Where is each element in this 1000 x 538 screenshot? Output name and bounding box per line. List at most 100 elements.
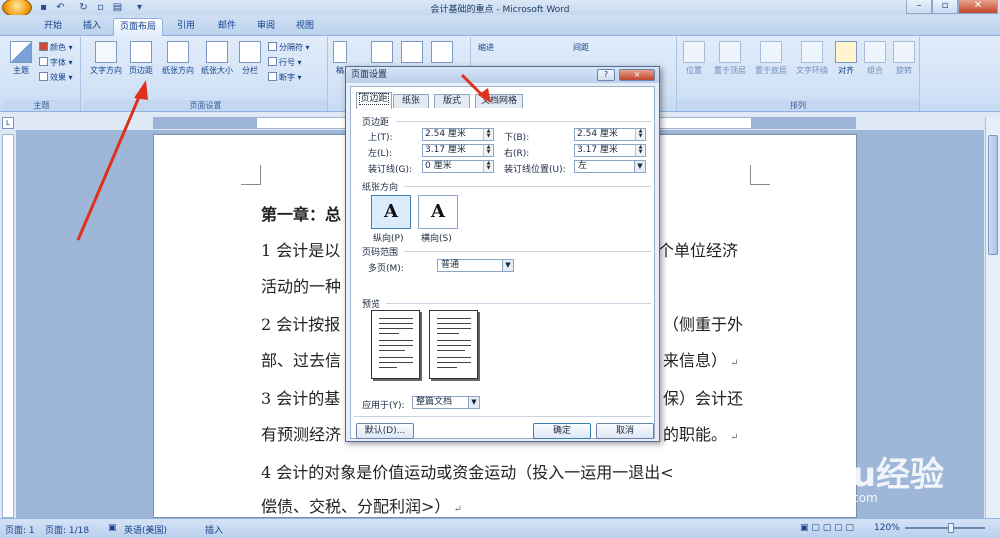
spin-arrows-icon[interactable]: ▲ ▼	[483, 129, 493, 140]
baidu-watermark: Baidu经验 jingyan.baidu.com	[767, 447, 957, 517]
close-button[interactable]: ✕	[958, 0, 998, 14]
orientation-button[interactable]: 纸张方向	[159, 41, 197, 76]
tab-view[interactable]: 视图	[290, 18, 320, 36]
doc-line: 保）会计还	[663, 389, 744, 408]
zoom-slider[interactable]	[905, 527, 985, 529]
margin-corner-mark	[241, 165, 261, 185]
line-numbers-button[interactable]: 行号 ▾	[268, 57, 302, 68]
dialog-tab-doc-grid[interactable]: 文档网格	[475, 94, 523, 108]
rotate-button[interactable]: 旋转	[890, 41, 918, 76]
doc-line: 来信息） ↵	[663, 351, 739, 370]
vertical-ruler[interactable]	[2, 134, 14, 518]
themes-group: 主题 颜色 ▾ 字体 ▾ 效果 ▾ 主题	[3, 37, 81, 111]
page-borders-button[interactable]	[401, 41, 423, 65]
right-margin-input[interactable]: 3.17 厘米 ▲ ▼	[574, 144, 646, 157]
group-button[interactable]: 组合	[861, 41, 889, 76]
spin-arrows-icon[interactable]: ▲ ▼	[483, 145, 493, 156]
tab-home[interactable]: 开始	[38, 18, 68, 36]
right-margin-label: 右(R):	[504, 149, 530, 159]
chevron-down-icon[interactable]: ▼	[502, 260, 513, 271]
tab-references[interactable]: 引用	[171, 18, 201, 36]
minimize-button[interactable]: –	[906, 0, 932, 14]
themes-group-label: 主题	[3, 100, 80, 111]
spin-arrows-icon[interactable]: ▲ ▼	[483, 161, 493, 172]
cancel-button[interactable]: 取消	[596, 423, 654, 439]
spellcheck-icon[interactable]: ▣	[108, 523, 117, 533]
position-icon	[683, 41, 705, 63]
dialog-close-button[interactable]: ×	[619, 69, 655, 81]
effects-icon	[39, 72, 48, 81]
maximize-button[interactable]: ▫	[932, 0, 958, 14]
theme-fonts-button[interactable]: 字体 ▾	[39, 57, 73, 68]
send-back-label: 置于底层	[755, 66, 787, 75]
hyphenation-button[interactable]: 断字 ▾	[268, 72, 302, 83]
theme-effects-button[interactable]: 效果 ▾	[39, 72, 73, 83]
columns-button[interactable]: 分栏	[238, 41, 262, 76]
gutter-input[interactable]: 0 厘米 ▲ ▼	[422, 160, 494, 173]
status-page[interactable]: 页面: 1	[5, 523, 35, 536]
chevron-down-icon[interactable]: ▼	[468, 397, 479, 408]
breaks-label: 分隔符	[279, 43, 303, 52]
dialog-tab-margins[interactable]: 页边距	[356, 92, 392, 109]
dialog-tab-paper[interactable]: 纸张	[393, 94, 429, 108]
vertical-scrollbar[interactable]	[985, 117, 1000, 518]
align-button[interactable]: 对齐	[832, 41, 860, 76]
multiple-pages-select[interactable]: 普通 ▼	[437, 259, 514, 272]
dialog-help-button[interactable]: ?	[597, 69, 615, 81]
margin-corner-mark	[750, 165, 770, 185]
default-button[interactable]: 默认(D)...	[356, 423, 414, 439]
page-color-button[interactable]	[371, 41, 393, 65]
tab-page-layout[interactable]: 页面布局	[113, 18, 163, 36]
spin-arrows-icon[interactable]: ▲ ▼	[635, 145, 645, 156]
status-zoom[interactable]: 120%	[874, 523, 900, 533]
text-wrap-icon	[801, 41, 823, 63]
tab-mailings[interactable]: 邮件	[212, 18, 242, 36]
portrait-option[interactable]: A	[371, 195, 411, 229]
spin-arrows-icon[interactable]: ▲ ▼	[635, 129, 645, 140]
view-buttons[interactable]: ▣ ▢ ▢ ▢ ▢	[800, 523, 854, 533]
bottom-margin-input[interactable]: 2.54 厘米 ▲ ▼	[574, 128, 646, 141]
status-pages[interactable]: 页面: 1/18	[45, 523, 89, 536]
themes-button-label: 主题	[13, 66, 29, 75]
top-margin-value: 2.54 厘米	[425, 129, 466, 139]
page-extra-button[interactable]	[431, 41, 453, 65]
align-icon	[835, 41, 857, 63]
top-margin-input[interactable]: 2.54 厘米 ▲ ▼	[422, 128, 494, 141]
status-language[interactable]: 英语(美国)	[124, 523, 167, 536]
bring-front-button[interactable]: 置于顶层	[710, 41, 750, 76]
left-margin-input[interactable]: 3.17 厘米 ▲ ▼	[422, 144, 494, 157]
margins-button[interactable]: 页边距	[126, 41, 156, 76]
spacing-label: 间距	[573, 43, 589, 52]
send-back-button[interactable]: 置于底层	[751, 41, 791, 76]
landscape-option[interactable]: A	[418, 195, 458, 229]
text-direction-button[interactable]: 文字方向	[88, 41, 124, 76]
doc-line: 2 会计按报	[261, 315, 341, 334]
bring-front-icon	[719, 41, 741, 63]
zoom-slider-thumb[interactable]	[948, 523, 954, 533]
theme-colors-button[interactable]: 颜色 ▾	[39, 42, 73, 53]
tab-selector[interactable]: L	[2, 117, 14, 129]
dialog-tab-layout[interactable]: 版式	[434, 94, 470, 108]
chevron-down-icon[interactable]: ▼	[634, 161, 645, 172]
group-label: 组合	[867, 66, 883, 75]
left-margin-label: 左(L):	[368, 149, 393, 159]
tab-review[interactable]: 审阅	[251, 18, 281, 36]
ok-button[interactable]: 确定	[533, 423, 591, 439]
group-icon	[864, 41, 886, 63]
tab-insert[interactable]: 插入	[77, 18, 107, 36]
gutter-position-label: 装订线位置(U):	[504, 165, 566, 175]
text-wrap-button[interactable]: 文字环绕	[792, 41, 832, 76]
divider	[354, 416, 652, 417]
size-button[interactable]: 纸张大小	[198, 41, 236, 76]
ribbon-tabs: 开始 插入 页面布局 引用 邮件 审阅 视图	[0, 15, 1000, 36]
status-insert-mode[interactable]: 插入	[205, 523, 223, 536]
apply-to-select[interactable]: 整篇文档 ▼	[412, 396, 480, 409]
landscape-label: 横向(S)	[421, 234, 452, 244]
breaks-button[interactable]: 分隔符 ▾	[268, 42, 310, 53]
line-numbers-label: 行号	[279, 58, 295, 67]
gutter-position-select[interactable]: 左 ▼	[574, 160, 646, 173]
themes-button[interactable]: 主题	[7, 41, 35, 76]
paragraph-mark-icon: ↵	[450, 504, 462, 515]
scroll-thumb[interactable]	[988, 135, 998, 255]
position-button[interactable]: 位置	[679, 41, 709, 76]
